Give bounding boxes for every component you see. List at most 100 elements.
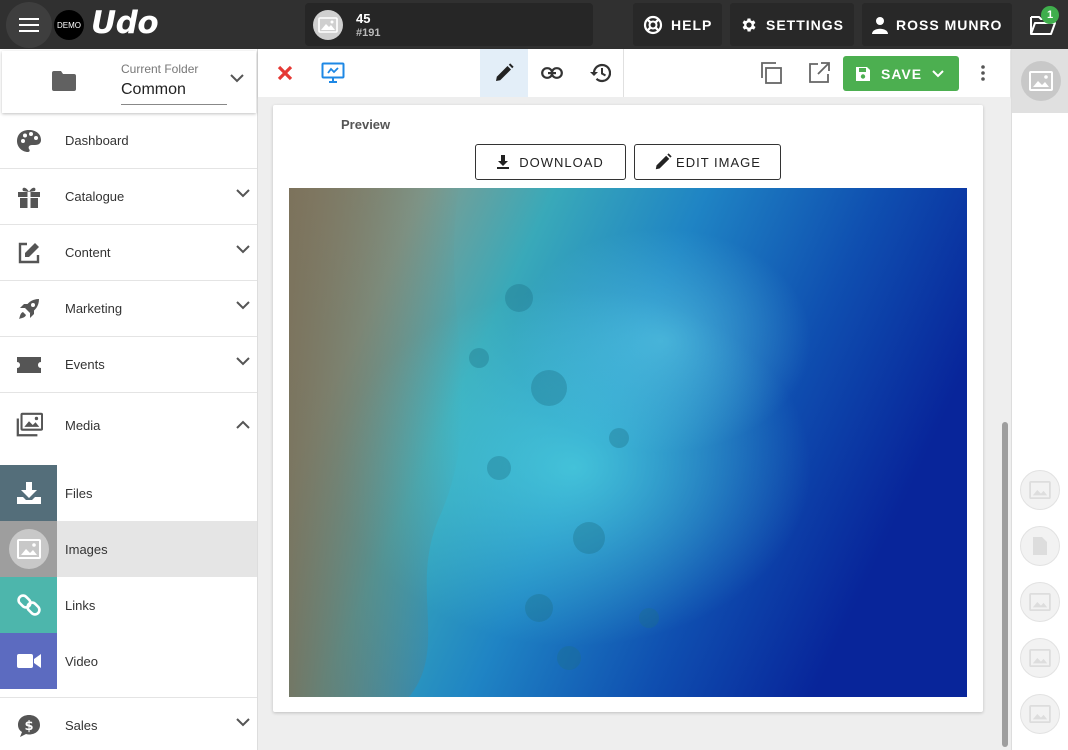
more-vertical-icon bbox=[981, 65, 985, 81]
record-switcher[interactable]: 45 #191 bbox=[305, 3, 593, 46]
user-icon bbox=[872, 16, 888, 34]
app-logo: Udo bbox=[91, 5, 159, 41]
rocket-icon bbox=[15, 295, 43, 323]
external-link-icon bbox=[809, 62, 830, 83]
save-label: SAVE bbox=[881, 65, 923, 82]
chevron-down-icon bbox=[236, 301, 250, 310]
record-id: #191 bbox=[356, 27, 381, 39]
ticket-icon bbox=[15, 351, 43, 379]
chevron-down-icon bbox=[236, 245, 250, 254]
main-scrollbar[interactable] bbox=[1000, 97, 1010, 750]
sidebar-item-label: Video bbox=[65, 653, 99, 669]
scrollbar-thumb[interactable] bbox=[1002, 422, 1008, 747]
sidebar: Current Folder Common Dashboard Catalogu… bbox=[0, 49, 258, 750]
sidebar-item-content[interactable]: Content bbox=[0, 225, 257, 281]
download-label: DOWNLOAD bbox=[519, 154, 604, 170]
save-button[interactable]: SAVE bbox=[843, 56, 959, 91]
edit-image-button[interactable]: EDIT IMAGE bbox=[634, 144, 781, 180]
download-tray-icon bbox=[16, 482, 41, 504]
palette-icon bbox=[15, 127, 43, 155]
more-options-button[interactable] bbox=[976, 49, 990, 97]
right-rail bbox=[1011, 49, 1068, 750]
settings-label: SETTINGS bbox=[766, 16, 845, 33]
help-label: HELP bbox=[671, 16, 713, 33]
photo-library-icon bbox=[15, 411, 43, 439]
sidebar-item-marketing[interactable]: Marketing bbox=[0, 281, 257, 337]
edit-mode-button[interactable] bbox=[480, 49, 528, 97]
lifebuoy-icon bbox=[643, 15, 663, 34]
settings-button[interactable]: SETTINGS bbox=[730, 3, 855, 46]
chevron-up-icon bbox=[236, 420, 250, 429]
video-camera-icon bbox=[16, 654, 41, 668]
gift-icon bbox=[15, 183, 43, 211]
folder-icon bbox=[52, 71, 76, 91]
top-bar: DEMO Udo 45 #191 HELP SETTINGS ROSS MUNR… bbox=[0, 0, 1068, 49]
image-icon bbox=[1029, 705, 1051, 723]
floppy-disk-icon bbox=[856, 66, 870, 81]
rail-item[interactable] bbox=[1020, 694, 1060, 734]
sidebar-item-dashboard[interactable]: Dashboard bbox=[0, 113, 257, 169]
current-folder-value: Common bbox=[121, 81, 227, 105]
links-button[interactable] bbox=[528, 49, 576, 97]
rail-item[interactable] bbox=[1020, 638, 1060, 678]
rail-item[interactable] bbox=[1020, 526, 1060, 566]
preview-heading: Preview bbox=[341, 117, 391, 132]
sidebar-subitem-files[interactable]: Files bbox=[0, 465, 257, 521]
history-icon bbox=[589, 63, 611, 83]
chevron-down-icon bbox=[236, 357, 250, 366]
sidebar-item-events[interactable]: Events bbox=[0, 337, 257, 393]
help-button[interactable]: HELP bbox=[633, 3, 723, 46]
preview-card: Preview DOWNLOAD EDIT IMAGE bbox=[273, 105, 983, 712]
sidebar-subitem-links[interactable]: Links bbox=[0, 577, 257, 633]
record-thumbnail bbox=[313, 10, 343, 40]
download-button[interactable]: DOWNLOAD bbox=[475, 144, 626, 180]
edit-square-icon bbox=[15, 239, 43, 267]
link-icon bbox=[16, 594, 41, 616]
sidebar-item-sales[interactable]: $ Sales bbox=[0, 697, 257, 750]
editor-toolbar: SAVE bbox=[258, 49, 1010, 97]
sidebar-item-label: Marketing bbox=[65, 301, 123, 316]
links-tile bbox=[0, 577, 57, 633]
monitor-icon bbox=[321, 62, 345, 83]
menu-button[interactable] bbox=[6, 2, 52, 48]
image-icon bbox=[318, 17, 338, 33]
rail-current-circle bbox=[1020, 61, 1061, 101]
user-menu-button[interactable]: ROSS MUNRO bbox=[862, 3, 1013, 46]
preview-mode-button[interactable] bbox=[318, 49, 348, 97]
current-folder-select[interactable]: Current Folder Common bbox=[2, 51, 256, 113]
sidebar-subitem-images[interactable]: Images bbox=[0, 521, 257, 577]
svg-text:$: $ bbox=[24, 719, 33, 734]
sidebar-subitem-video[interactable]: Video bbox=[0, 633, 257, 689]
image-icon bbox=[16, 539, 41, 559]
chevron-down-icon bbox=[236, 189, 250, 198]
sidebar-item-label: Sales bbox=[65, 717, 98, 733]
sidebar-item-catalogue[interactable]: Catalogue bbox=[0, 169, 257, 225]
rail-item[interactable] bbox=[1020, 470, 1060, 510]
rail-item[interactable] bbox=[1020, 582, 1060, 622]
download-icon bbox=[497, 155, 510, 169]
sidebar-item-label: Media bbox=[65, 417, 101, 433]
notification-badge: 1 bbox=[1041, 6, 1059, 24]
image-icon bbox=[1029, 649, 1051, 667]
images-tile bbox=[0, 521, 57, 577]
rail-current-item[interactable] bbox=[1012, 49, 1068, 113]
sidebar-item-media[interactable]: Media bbox=[0, 393, 257, 457]
files-tile bbox=[0, 465, 57, 521]
image-icon bbox=[1029, 593, 1051, 611]
hamburger-icon bbox=[19, 18, 39, 32]
sidebar-item-label: Files bbox=[65, 485, 93, 501]
open-external-button[interactable] bbox=[804, 49, 834, 97]
user-label: ROSS MUNRO bbox=[896, 16, 1003, 33]
chevron-down-icon[interactable] bbox=[932, 69, 944, 78]
duplicate-button[interactable] bbox=[756, 49, 786, 97]
file-icon bbox=[1033, 537, 1047, 555]
close-button[interactable] bbox=[272, 49, 298, 97]
history-button[interactable] bbox=[576, 49, 624, 97]
pencil-icon bbox=[655, 153, 672, 170]
pencil-icon bbox=[496, 63, 514, 81]
sidebar-item-label: Events bbox=[65, 357, 105, 372]
gear-icon bbox=[742, 17, 756, 32]
link-icon bbox=[541, 67, 563, 79]
image-icon bbox=[1029, 481, 1051, 499]
image-preview bbox=[289, 188, 967, 697]
